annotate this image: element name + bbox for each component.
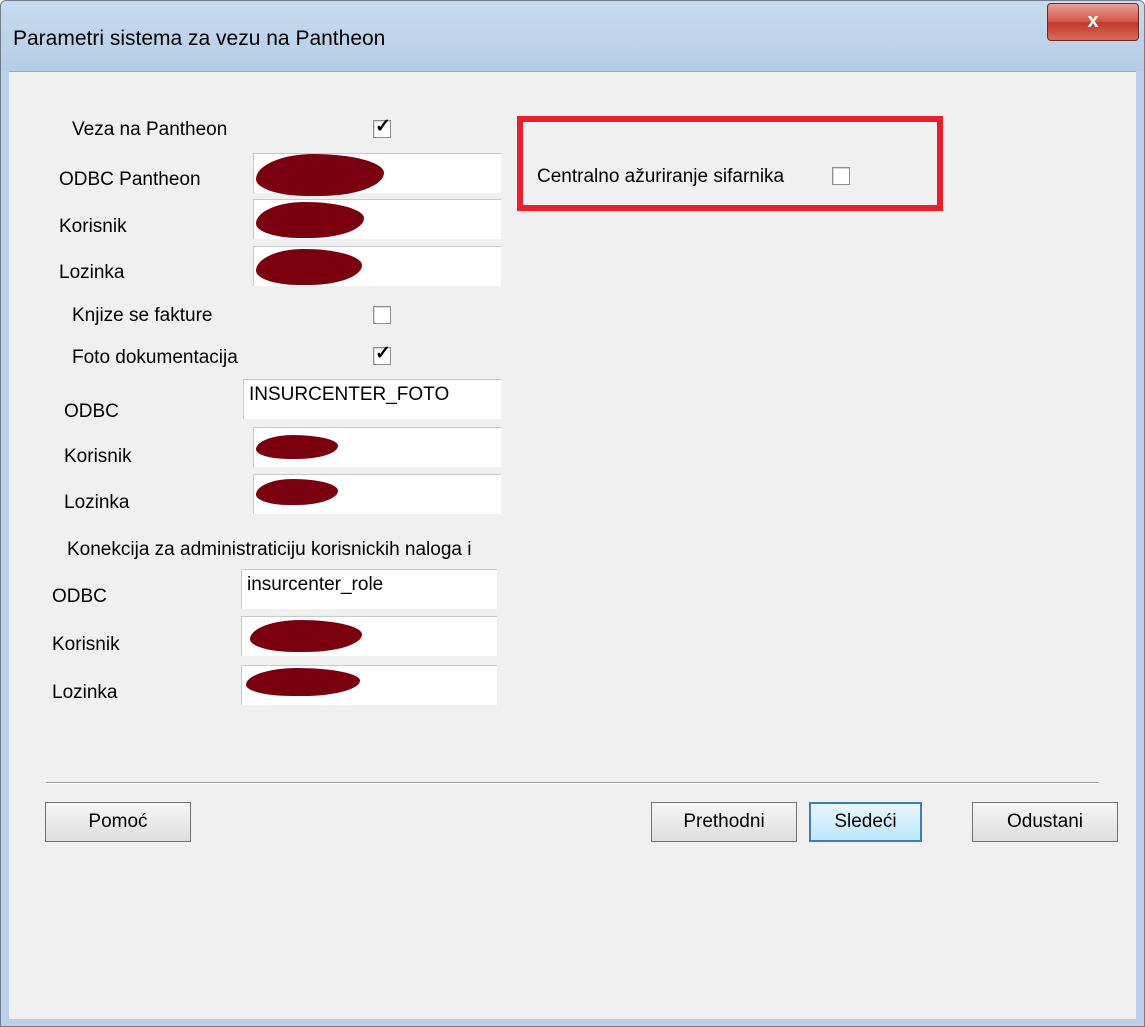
- foto-lozinka-field[interactable]: [253, 474, 501, 514]
- cancel-button[interactable]: Odustani: [972, 802, 1118, 842]
- foto-odbc-field[interactable]: INSURCENTER_FOTO: [243, 379, 501, 419]
- pantheon-lozinka-label: Lozinka: [59, 262, 125, 283]
- redaction-mark: [256, 435, 338, 459]
- previous-button[interactable]: Prethodni: [651, 802, 797, 842]
- foto-lozinka-label: Lozinka: [64, 492, 130, 513]
- knjize-fakture-label: Knjize se fakture: [72, 305, 213, 326]
- admin-odbc-field[interactable]: insurcenter_role: [241, 569, 497, 609]
- admin-odbc-label: ODBC: [52, 586, 107, 607]
- odbc-pantheon-field[interactable]: [253, 153, 501, 196]
- admin-connection-heading: Konekcija za administraticiju korisnicki…: [67, 539, 472, 560]
- window-title: Parametri sistema za vezu na Pantheon: [13, 27, 386, 50]
- odbc-pantheon-label: ODBC Pantheon: [59, 169, 201, 190]
- redaction-mark: [250, 620, 362, 652]
- button-separator: [46, 782, 1099, 784]
- close-button[interactable]: x: [1047, 3, 1139, 41]
- foto-dokumentacija-checkbox[interactable]: ✓: [373, 343, 391, 365]
- close-icon: x: [1087, 10, 1099, 32]
- pantheon-lozinka-field[interactable]: [253, 246, 501, 286]
- veza-pantheon-checkbox[interactable]: ✓: [373, 116, 391, 138]
- foto-odbc-label: ODBC: [64, 401, 119, 422]
- redaction-mark: [256, 249, 362, 285]
- dialog-window: Parametri sistema za vezu na Pantheon x …: [0, 0, 1145, 1027]
- highlight-box: [517, 116, 943, 211]
- foto-dokumentacija-label: Foto dokumentacija: [72, 347, 238, 368]
- pantheon-korisnik-field[interactable]: [253, 199, 501, 239]
- admin-korisnik-field[interactable]: [241, 616, 497, 656]
- next-button[interactable]: Sledeći: [809, 802, 922, 842]
- admin-lozinka-field[interactable]: [241, 665, 497, 705]
- veza-pantheon-label: Veza na Pantheon: [72, 119, 228, 140]
- knjize-fakture-checkbox[interactable]: [373, 306, 391, 324]
- help-button[interactable]: Pomoć: [45, 802, 191, 842]
- foto-korisnik-label: Korisnik: [64, 446, 132, 467]
- redaction-mark: [256, 479, 338, 505]
- checkmark-icon: ✓: [375, 116, 391, 137]
- admin-lozinka-label: Lozinka: [52, 682, 118, 703]
- pantheon-korisnik-label: Korisnik: [59, 216, 127, 237]
- dialog-client-area: Veza na Pantheon ✓ ODBC Pantheon Korisni…: [9, 71, 1136, 1019]
- title-bar[interactable]: Parametri sistema za vezu na Pantheon x: [1, 1, 1144, 71]
- redaction-mark: [246, 668, 360, 696]
- admin-korisnik-label: Korisnik: [52, 634, 120, 655]
- redaction-mark: [256, 202, 364, 238]
- redaction-mark: [256, 154, 384, 196]
- checkmark-icon: ✓: [375, 343, 391, 364]
- foto-korisnik-field[interactable]: [253, 427, 501, 467]
